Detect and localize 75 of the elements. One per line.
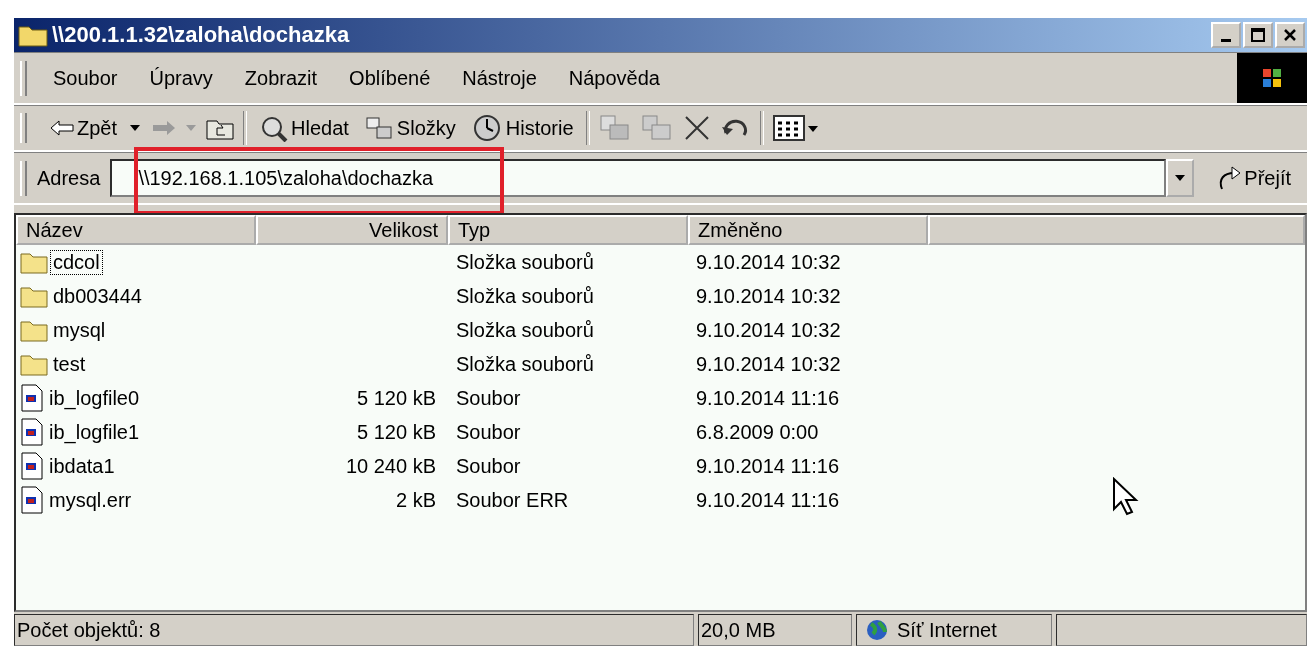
file-name[interactable]: ib_logfile1 xyxy=(46,419,143,445)
menu-item[interactable]: Zobrazit xyxy=(228,66,334,90)
search-button[interactable]: Hledat xyxy=(255,114,353,142)
modified-date: 9.10.2014 11:16 xyxy=(696,386,840,410)
menu-item[interactable]: Nápověda xyxy=(552,66,676,90)
column-header[interactable]: Velikost xyxy=(256,215,448,245)
caret-icon xyxy=(1174,174,1187,182)
file-type: Složka souborů xyxy=(456,352,594,376)
window-title: \\200.1.1.32\zaloha\dochazka xyxy=(52,22,351,48)
back-button[interactable]: Zpět xyxy=(45,116,122,140)
toolbar-grip[interactable] xyxy=(20,60,27,96)
file-name[interactable]: ibdata1 xyxy=(46,453,118,479)
modified-date: 9.10.2014 10:32 xyxy=(696,284,841,308)
file-name[interactable]: cdcol xyxy=(50,249,103,275)
minimize-button[interactable] xyxy=(1211,22,1241,48)
dropdown-button[interactable] xyxy=(1166,159,1195,197)
toolbar-grip[interactable] xyxy=(20,160,27,196)
modified-date: 9.10.2014 11:16 xyxy=(696,454,840,478)
modified-date: 6.8.2009 0:00 xyxy=(696,420,819,444)
close-button[interactable] xyxy=(1275,22,1305,48)
file-name[interactable]: mysql.err xyxy=(46,487,135,513)
search-icon xyxy=(259,114,290,142)
status-count: Počet objektů: 8 xyxy=(14,614,694,646)
close-icon xyxy=(1282,27,1298,43)
file-name[interactable]: mysql xyxy=(50,317,109,343)
file-type: Složka souborů xyxy=(456,318,594,342)
address-field[interactable]: \\192.168.1.105\zaloha\dochazka xyxy=(110,159,1167,197)
file-type: Složka souborů xyxy=(456,250,594,274)
maximize-icon xyxy=(1250,27,1266,43)
folder-icon xyxy=(20,284,48,308)
modified-date: 9.10.2014 11:16 xyxy=(696,488,840,512)
folder-icon xyxy=(20,352,48,376)
file-type: Soubor xyxy=(456,420,521,444)
file-name[interactable]: test xyxy=(50,351,89,377)
file-name[interactable]: ib_logfile0 xyxy=(46,385,143,411)
globe-icon xyxy=(865,618,889,642)
column-header[interactable]: Typ xyxy=(448,215,688,245)
menu-item[interactable]: Úpravy xyxy=(133,66,229,90)
file-type: Soubor xyxy=(456,386,521,410)
maximize-button[interactable] xyxy=(1243,22,1273,48)
folder-icon xyxy=(18,23,48,47)
file-icon xyxy=(20,384,44,412)
file-size: 2 kB xyxy=(395,488,436,512)
address-label: Adresa xyxy=(37,166,101,190)
folder-icon xyxy=(20,318,48,342)
history-button[interactable]: Historie xyxy=(467,113,578,143)
menu-item[interactable]: Soubor xyxy=(37,66,134,90)
status-size: 20,0 MB xyxy=(698,614,852,646)
column-header[interactable]: Název xyxy=(16,215,256,245)
file-size: 5 120 kB xyxy=(357,386,436,410)
modified-date: 9.10.2014 10:32 xyxy=(696,250,841,274)
dropdown-arrow-icon[interactable] xyxy=(129,124,142,132)
file-size: 10 240 kB xyxy=(345,454,436,478)
file-icon xyxy=(20,486,44,514)
menu-item[interactable]: Nástroje xyxy=(446,66,553,90)
file-type: Soubor ERR xyxy=(456,488,569,512)
toolbar-grip[interactable] xyxy=(20,112,27,144)
file-icon xyxy=(20,452,44,480)
folder-icon xyxy=(20,250,48,274)
file-icon xyxy=(20,418,44,446)
modified-date: 9.10.2014 10:32 xyxy=(696,352,841,376)
file-size: 5 120 kB xyxy=(357,420,436,444)
minimize-icon xyxy=(1221,38,1231,42)
menu-item[interactable]: Oblíbené xyxy=(333,66,447,90)
file-type: Soubor xyxy=(456,454,521,478)
modified-date: 9.10.2014 10:32 xyxy=(696,318,841,342)
file-type: Složka souborů xyxy=(456,284,594,308)
folders-button[interactable]: Složky xyxy=(360,115,460,141)
status-zone: Síť Internet xyxy=(897,618,997,642)
go-button[interactable]: Přejít xyxy=(1210,164,1297,192)
column-header[interactable]: Změněno xyxy=(688,215,928,245)
folders-icon xyxy=(364,115,395,141)
left-arrow-icon xyxy=(49,119,75,137)
file-name[interactable]: db003444 xyxy=(50,283,145,309)
view-options-icon[interactable] xyxy=(771,114,820,142)
